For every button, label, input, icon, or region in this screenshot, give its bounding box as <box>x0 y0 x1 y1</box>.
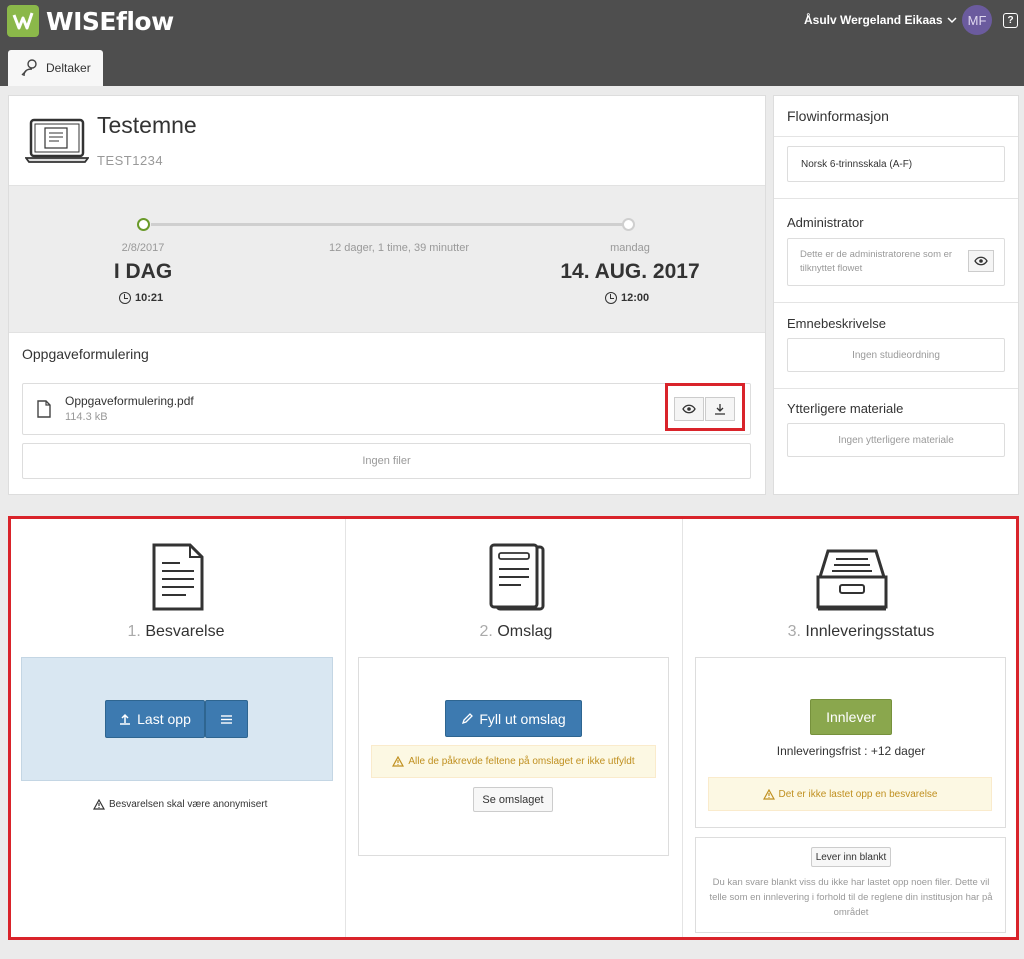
course-code: TEST1234 <box>97 153 164 168</box>
grade-scale-box: Norsk 6-trinnsskala (A-F) <box>787 146 1005 182</box>
step-1-title: 1. Besvarelse <box>71 623 281 641</box>
column-divider <box>345 519 346 937</box>
submit-warning: Det er ikke lastet opp en besvarelse <box>708 777 992 811</box>
warning-icon <box>762 788 775 800</box>
upload-menu-button[interactable] <box>205 700 248 738</box>
flow-info-sidebar: Flowinformasjon Norsk 6-trinnsskala (A-F… <box>773 95 1019 495</box>
cover-warning-text: Alle de påkrevde feltene på omslaget er … <box>408 756 635 767</box>
material-section: Ytterligere materiale Ingen ytterligere … <box>774 388 1018 494</box>
course-card: Testemne TEST1234 2/8/2017 12 dager, 1 t… <box>8 95 766 495</box>
download-button[interactable] <box>705 397 735 421</box>
submit-warning-text: Det er ikke lastet opp en besvarelse <box>778 788 938 800</box>
upload-label: Last opp <box>137 711 191 727</box>
administrator-text: Dette er de administratorene som er tilk… <box>800 249 953 274</box>
document-icon <box>152 543 204 611</box>
warning-icon <box>93 799 105 810</box>
end-day: mandag <box>610 242 650 254</box>
avatar[interactable]: MF <box>962 5 992 35</box>
eye-icon <box>974 256 988 266</box>
top-bar: WISEflow Åsulv Wergeland Eikaas MF ? Del… <box>0 0 1024 86</box>
course-title: Testemne <box>97 112 197 138</box>
cover-warning: Alle de påkrevde feltene på omslaget er … <box>371 745 656 778</box>
warning-icon <box>392 756 405 767</box>
upload-button[interactable]: Last opp <box>105 700 205 738</box>
step-title-text: Innleveringsstatus <box>805 623 935 640</box>
anonymous-note-text: Besvarelsen skal være anonymisert <box>109 799 268 810</box>
no-files-box: Ingen filer <box>22 443 751 479</box>
administrator-section: Administrator Dette er de administratore… <box>774 198 1018 302</box>
end-time-value: 12:00 <box>621 292 650 304</box>
step-number: 1. <box>127 623 141 640</box>
menu-icon <box>221 714 232 724</box>
cover-sheet-icon <box>489 543 545 611</box>
submission-steps: 1. Besvarelse Last opp Besvarelsen skal … <box>8 516 1019 940</box>
step-2-title: 2. Omslag <box>411 623 621 641</box>
preview-button[interactable] <box>674 397 704 421</box>
step-title-text: Besvarelse <box>145 623 225 640</box>
fill-cover-label: Fyll ut omslag <box>479 710 566 727</box>
step-title-text: Omslag <box>497 623 553 640</box>
download-icon <box>715 403 725 415</box>
description-label: Emnebeskrivelse <box>787 316 886 331</box>
wiseflow-logo-icon <box>7 5 39 37</box>
submit-button[interactable]: Innlever <box>810 699 892 735</box>
sidebar-title: Flowinformasjon <box>787 108 889 124</box>
laptop-icon <box>25 118 89 163</box>
administrator-box: Dette er de administratorene som er tilk… <box>787 238 1005 286</box>
chevron-down-icon <box>946 17 957 24</box>
step-number: 3. <box>787 623 801 640</box>
file-icon <box>37 400 51 418</box>
step-3-title: 3. Innleveringsstatus <box>751 623 971 641</box>
fill-cover-button[interactable]: Fyll ut omslag <box>445 700 582 737</box>
timeline-track <box>151 223 629 226</box>
upload-icon <box>120 713 131 725</box>
submit-blank-button[interactable]: Lever inn blankt <box>811 847 891 867</box>
end-time: 12:00 <box>605 292 649 304</box>
timeline-end-dot <box>622 218 635 231</box>
clock-icon <box>605 292 617 304</box>
assignment-heading: Oppgaveformulering <box>22 346 149 362</box>
description-section: Emnebeskrivelse Ingen studieordning <box>774 302 1018 388</box>
column-divider <box>682 519 683 937</box>
duration: 12 dager, 1 time, 39 minutter <box>328 242 470 254</box>
eye-icon <box>682 404 696 414</box>
user-name: Åsulv Wergeland Eikaas <box>804 13 943 27</box>
grade-scale-section: Norsk 6-trinnsskala (A-F) <box>774 136 1018 198</box>
description-box: Ingen studieordning <box>787 338 1005 372</box>
participant-icon <box>21 59 37 77</box>
timeline-start-dot <box>137 218 150 231</box>
deadline-text: Innleveringsfrist : +12 dager <box>776 744 926 758</box>
file-size: 114.3 kB <box>65 411 108 423</box>
view-administrators-button[interactable] <box>968 250 994 272</box>
material-label: Ytterligere materiale <box>787 401 904 416</box>
logo[interactable]: WISEflow <box>7 5 174 37</box>
start-date: 2/8/2017 <box>121 242 165 254</box>
material-box: Ingen ytterligere materiale <box>787 423 1005 457</box>
blank-submit-info: Du kan svare blankt viss du ikke har las… <box>709 877 993 918</box>
end-label: 14. AUG. 2017 <box>560 260 700 283</box>
clock-icon <box>119 292 131 304</box>
file-name[interactable]: Oppgaveformulering.pdf <box>65 394 194 408</box>
administrator-label: Administrator <box>787 215 864 230</box>
start-label: I DAG <box>113 260 173 283</box>
user-menu[interactable]: Åsulv Wergeland Eikaas <box>804 13 957 27</box>
pencil-icon <box>462 712 474 724</box>
timeline: 2/8/2017 12 dager, 1 time, 39 minutter m… <box>9 185 765 333</box>
brand-name: WISEflow <box>46 6 174 36</box>
view-cover-button[interactable]: Se omslaget <box>473 787 553 812</box>
help-icon[interactable]: ? <box>1003 13 1018 28</box>
tab-deltaker[interactable]: Deltaker <box>8 50 103 86</box>
tab-label: Deltaker <box>46 61 91 75</box>
start-time-value: 10:21 <box>135 292 164 304</box>
anonymous-note: Besvarelsen skal være anonymisert <box>93 799 267 810</box>
step-number: 2. <box>479 623 493 640</box>
inbox-tray-icon <box>816 549 888 611</box>
start-time: 10:21 <box>119 292 163 304</box>
file-row: Oppgaveformulering.pdf 114.3 kB <box>22 383 751 435</box>
